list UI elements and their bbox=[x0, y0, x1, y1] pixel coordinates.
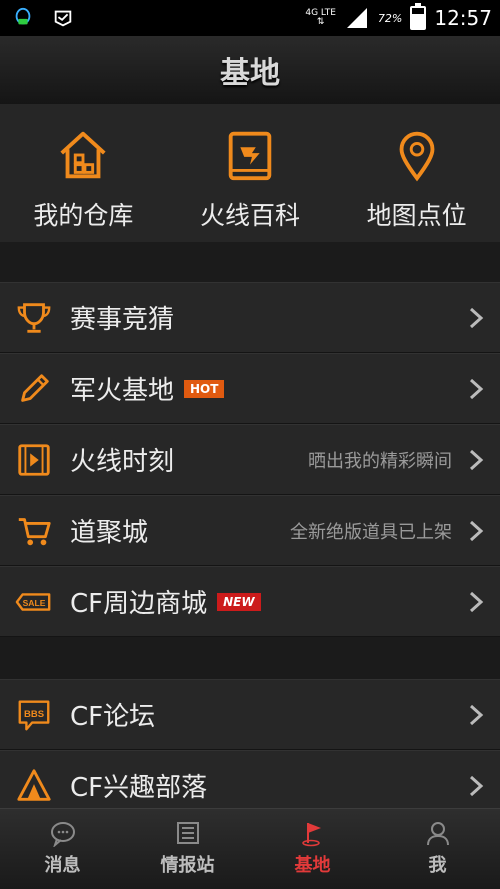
tent-icon bbox=[17, 768, 51, 801]
map-pin-icon bbox=[399, 131, 435, 182]
tab-intel[interactable]: 情报站 bbox=[125, 809, 250, 889]
quick-link-map-points[interactable]: 地图点位 bbox=[333, 104, 500, 242]
menu-item-subtitle: 全新绝版道具已上架 bbox=[290, 521, 452, 543]
menu-item-label: 道聚城 bbox=[70, 518, 149, 548]
warehouse-icon bbox=[60, 131, 106, 179]
quick-link-label: 火线百科 bbox=[200, 201, 301, 230]
hot-badge: HOT bbox=[184, 379, 225, 398]
flag-icon bbox=[301, 823, 321, 847]
sale-tag-icon: SALE bbox=[15, 592, 51, 611]
shopping-cart-icon bbox=[18, 517, 51, 545]
chevron-right-icon bbox=[469, 520, 484, 542]
menu-item-label: CF周边商城 bbox=[70, 589, 208, 619]
quick-link-label: 我的仓库 bbox=[33, 201, 134, 230]
signal-icon bbox=[344, 6, 370, 30]
chevron-right-icon bbox=[469, 775, 484, 797]
pencil-icon bbox=[21, 373, 49, 402]
menu-item-frontline-moments[interactable]: 火线时刻 晒出我的精彩瞬间 bbox=[0, 424, 500, 495]
menu-item-cf-shop[interactable]: SALE CF周边商城 NEW bbox=[0, 566, 500, 637]
menu-item-subtitle: 晒出我的精彩瞬间 bbox=[308, 450, 452, 472]
tab-messages[interactable]: 消息 bbox=[0, 809, 125, 889]
menu-item-daojucheng[interactable]: 道聚城 全新绝版道具已上架 bbox=[0, 495, 500, 566]
quick-link-encyclopedia[interactable]: 火线百科 bbox=[167, 104, 334, 242]
menu-group-community: BBS CF论坛 CF兴趣部落 bbox=[0, 679, 500, 821]
video-icon bbox=[18, 443, 50, 476]
svg-text:SALE: SALE bbox=[23, 597, 46, 607]
chevron-right-icon bbox=[469, 307, 484, 329]
page-title: 基地 bbox=[220, 56, 280, 91]
menu-item-arms-base[interactable]: 军火基地 HOT bbox=[0, 353, 500, 424]
quick-link-warehouse[interactable]: 我的仓库 bbox=[0, 104, 167, 242]
encyclopedia-icon bbox=[228, 131, 272, 181]
network-indicator: 4G LTE ⇅ bbox=[305, 8, 336, 27]
menu-item-cf-forum[interactable]: BBS CF论坛 bbox=[0, 679, 500, 750]
menu-item-match-betting[interactable]: 赛事竞猜 bbox=[0, 282, 500, 353]
tab-label: 我 bbox=[428, 855, 447, 876]
tab-me[interactable]: 我 bbox=[375, 809, 500, 889]
chevron-right-icon bbox=[469, 704, 484, 726]
section-divider bbox=[0, 637, 500, 679]
menu-item-label: CF论坛 bbox=[70, 702, 156, 732]
trophy-icon bbox=[17, 302, 51, 333]
svg-text:BBS: BBS bbox=[24, 708, 44, 719]
chat-bubble-icon bbox=[50, 822, 75, 847]
chevron-right-icon bbox=[469, 449, 484, 471]
battery-icon bbox=[410, 3, 427, 30]
clock: 12:57 bbox=[434, 6, 492, 30]
tab-label: 消息 bbox=[44, 855, 81, 876]
chevron-right-icon bbox=[469, 591, 484, 613]
new-badge: NEW bbox=[217, 592, 261, 611]
bottom-tab-bar: 消息 情报站 基地 我 bbox=[0, 808, 500, 889]
bbs-icon: BBS bbox=[18, 700, 50, 730]
menu-item-label: 军火基地 bbox=[70, 376, 175, 406]
tab-label: 情报站 bbox=[160, 855, 215, 876]
qq-notification-icon bbox=[10, 6, 36, 30]
person-icon bbox=[426, 822, 449, 846]
tab-label: 基地 bbox=[294, 855, 331, 876]
menu-item-label: 火线时刻 bbox=[70, 447, 175, 477]
battery-percent: 72% bbox=[377, 11, 403, 25]
menu-item-label: 赛事竞猜 bbox=[70, 305, 175, 335]
chevron-right-icon bbox=[469, 378, 484, 400]
section-divider bbox=[0, 242, 500, 282]
page-header: 基地 bbox=[0, 36, 500, 105]
menu-group-main: 赛事竞猜 军火基地 HOT 火线时刻 晒出我的精彩瞬间 道聚城 全新绝版道具已上… bbox=[0, 282, 500, 637]
newspaper-icon bbox=[176, 822, 199, 844]
menu-item-label: CF兴趣部落 bbox=[70, 773, 208, 803]
quick-link-label: 地图点位 bbox=[366, 201, 467, 230]
tab-base[interactable]: 基地 bbox=[250, 809, 375, 889]
status-bar: 4G LTE ⇅ 72% 12:57 bbox=[0, 0, 500, 36]
message-notification-icon bbox=[50, 6, 76, 30]
quick-links: 我的仓库 火线百科 地图点位 bbox=[0, 104, 500, 242]
